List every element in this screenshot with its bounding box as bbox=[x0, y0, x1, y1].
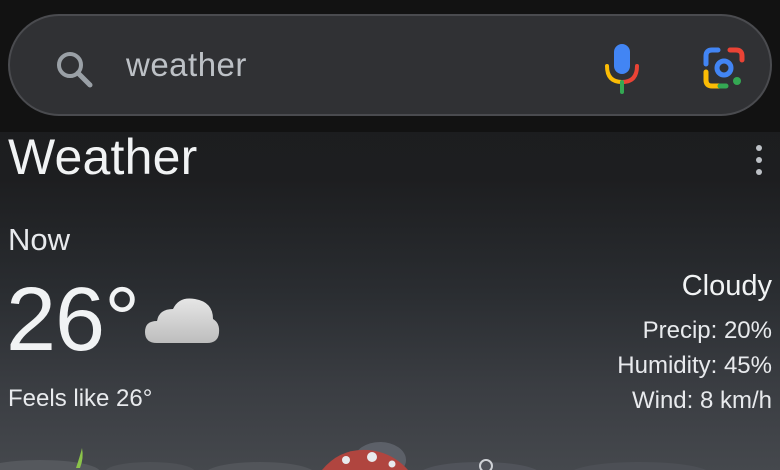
condition-label: Cloudy bbox=[681, 270, 772, 302]
weather-page: weather Weather Now 26° Feels like 26° C… bbox=[0, 0, 780, 470]
more-vert-icon[interactable] bbox=[750, 142, 768, 178]
search-icon[interactable] bbox=[54, 49, 94, 89]
conditions-panel: Cloudy Precip: 20% Humidity: 45% Wind: 8… bbox=[617, 270, 772, 418]
feels-like: Feels like 26° bbox=[8, 385, 153, 412]
search-bar[interactable]: weather bbox=[8, 14, 772, 116]
weather-illustration bbox=[0, 442, 706, 470]
google-lens-icon[interactable] bbox=[702, 46, 746, 90]
cloud-icon bbox=[145, 298, 220, 343]
humidity-stat: Humidity: 45% bbox=[617, 352, 772, 379]
wind-stat: Wind: 8 km/h bbox=[631, 387, 772, 414]
mic-icon[interactable] bbox=[604, 42, 640, 94]
page-title: Weather bbox=[8, 129, 198, 185]
current-temperature: 26° bbox=[6, 270, 140, 370]
search-input[interactable]: weather bbox=[126, 46, 247, 84]
precip-stat: Precip: 20% bbox=[642, 317, 772, 344]
now-label: Now bbox=[8, 222, 71, 257]
